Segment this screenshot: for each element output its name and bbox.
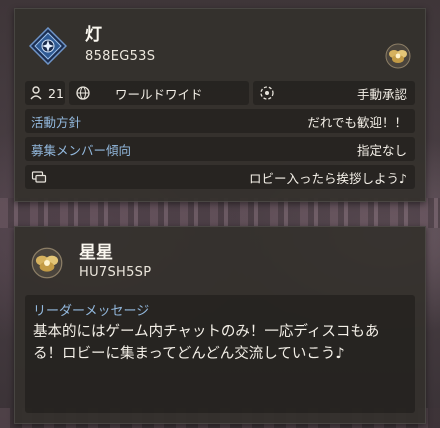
- region-cell: ワールドワイド: [69, 81, 249, 105]
- club-id: 858EG53S: [85, 49, 156, 64]
- greeting-row: ロビー入ったら挨拶しよう♪: [25, 165, 415, 189]
- leader-panel: 星星 HU7SH5SP リーダーメッセージ 基本的にはゲーム内チャットのみ！一応…: [14, 226, 426, 424]
- policy-value: だれでも歓迎！！: [307, 114, 407, 130]
- leader-message-label: リーダーメッセージ: [33, 304, 150, 319]
- club-name: 灯: [85, 25, 102, 45]
- club-info-panel: 灯 858EG53S 21 ワールドワイド 手動承認 活動方針 だれでも歓迎！！…: [14, 8, 426, 202]
- greeting-text: ロビー入ったら挨拶しよう♪: [249, 170, 407, 186]
- region-value: ワールドワイド: [115, 86, 203, 102]
- approval-cell: 手動承認: [253, 81, 415, 105]
- leader-emblem-icon: [31, 247, 63, 279]
- leader-id: HU7SH5SP: [79, 265, 152, 280]
- leader-message-text: 基本的にはゲーム内チャットのみ！一応ディスコもある！ロビーに集まってどんどん交流…: [33, 324, 380, 362]
- globe-icon: [76, 86, 90, 100]
- approval-value: 手動承認: [356, 86, 407, 102]
- policy-label: 活動方針: [31, 114, 82, 130]
- leader-name: 星星: [79, 243, 113, 263]
- approval-icon: [260, 86, 274, 100]
- person-icon: [30, 86, 42, 100]
- club-stats-row: 21 ワールドワイド 手動承認: [25, 81, 415, 105]
- user-emblem-icon: [385, 43, 411, 69]
- chat-icon: [31, 171, 47, 183]
- policy-row: 活動方針 だれでも歓迎！！: [25, 109, 415, 133]
- recruit-row: 募集メンバー傾向 指定なし: [25, 137, 415, 161]
- leader-message-box: リーダーメッセージ 基本的にはゲーム内チャットのみ！一応ディスコもある！ロビーに…: [25, 295, 415, 413]
- recruit-label: 募集メンバー傾向: [31, 142, 132, 158]
- background-decoration: [0, 198, 440, 228]
- member-count-cell: 21: [25, 81, 65, 105]
- recruit-value: 指定なし: [356, 142, 407, 158]
- club-emblem-icon: [29, 27, 67, 65]
- member-count: 21: [48, 85, 64, 101]
